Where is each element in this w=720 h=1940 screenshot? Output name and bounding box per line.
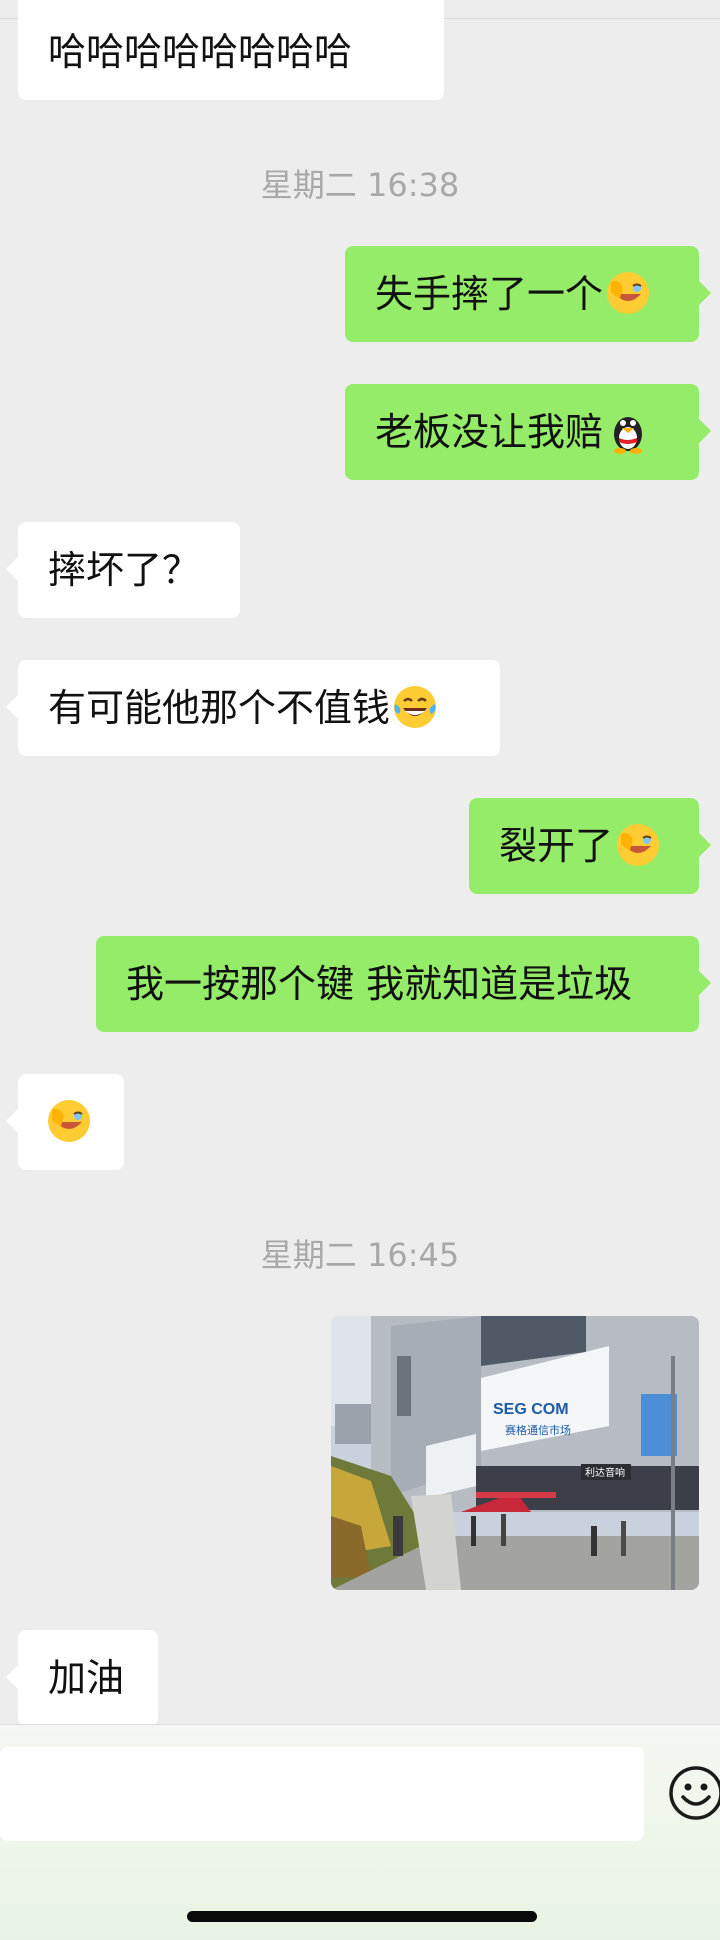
storefront-photo: SEG COM 赛格通信市场 利达音响 bbox=[331, 1316, 699, 1590]
message-text: 哈哈哈哈哈哈哈哈 bbox=[48, 30, 353, 74]
message-sent[interactable]: 裂开了 bbox=[469, 798, 711, 894]
store-sign-sub: 赛格通信市场 bbox=[505, 1423, 571, 1437]
qq-penguin-icon bbox=[605, 408, 651, 454]
face-palm-icon bbox=[605, 270, 651, 316]
photo-message[interactable]: SEG COM 赛格通信市场 利达音响 bbox=[331, 1316, 699, 1590]
timestamp: 星期二 16:38 bbox=[260, 166, 460, 204]
face-palm-icon bbox=[615, 822, 661, 868]
message-received[interactable]: 有可能他那个不值钱 bbox=[6, 660, 500, 756]
timestamp: 星期二 16:45 bbox=[260, 1236, 460, 1274]
face-palm-icon bbox=[46, 1098, 92, 1144]
message-input[interactable] bbox=[0, 1747, 644, 1841]
store-sign: SEG COM bbox=[493, 1401, 569, 1418]
message-text: 老板没让我赔 bbox=[375, 410, 604, 454]
message-sent[interactable]: 我一按那个键 我就知道是垃圾 bbox=[96, 936, 711, 1032]
message-received[interactable]: 哈哈哈哈哈哈哈哈 bbox=[18, 0, 444, 100]
message-received-emoji[interactable] bbox=[6, 1074, 124, 1170]
message-received[interactable]: 摔坏了？ bbox=[6, 522, 240, 618]
message-text: 加油 bbox=[48, 1656, 125, 1700]
message-text: 裂开了 bbox=[499, 824, 614, 868]
message-text: 我一按那个键 我就知道是垃圾 bbox=[126, 962, 633, 1006]
home-indicator[interactable] bbox=[187, 1911, 537, 1922]
message-sent[interactable]: 老板没让我赔 bbox=[345, 384, 711, 480]
message-text: 失手摔了一个 bbox=[375, 272, 604, 316]
message-text: 有可能他那个不值钱 bbox=[48, 686, 391, 730]
message-text: 摔坏了？ bbox=[48, 548, 201, 592]
input-bar bbox=[0, 1724, 720, 1940]
message-sent[interactable]: 失手摔了一个 bbox=[345, 246, 711, 342]
message-received[interactable]: 加油 bbox=[6, 1630, 158, 1726]
shop-sign: 利达音响 bbox=[585, 1466, 625, 1479]
laugh-cry-icon bbox=[392, 684, 438, 730]
smiley-icon[interactable] bbox=[668, 1765, 720, 1821]
